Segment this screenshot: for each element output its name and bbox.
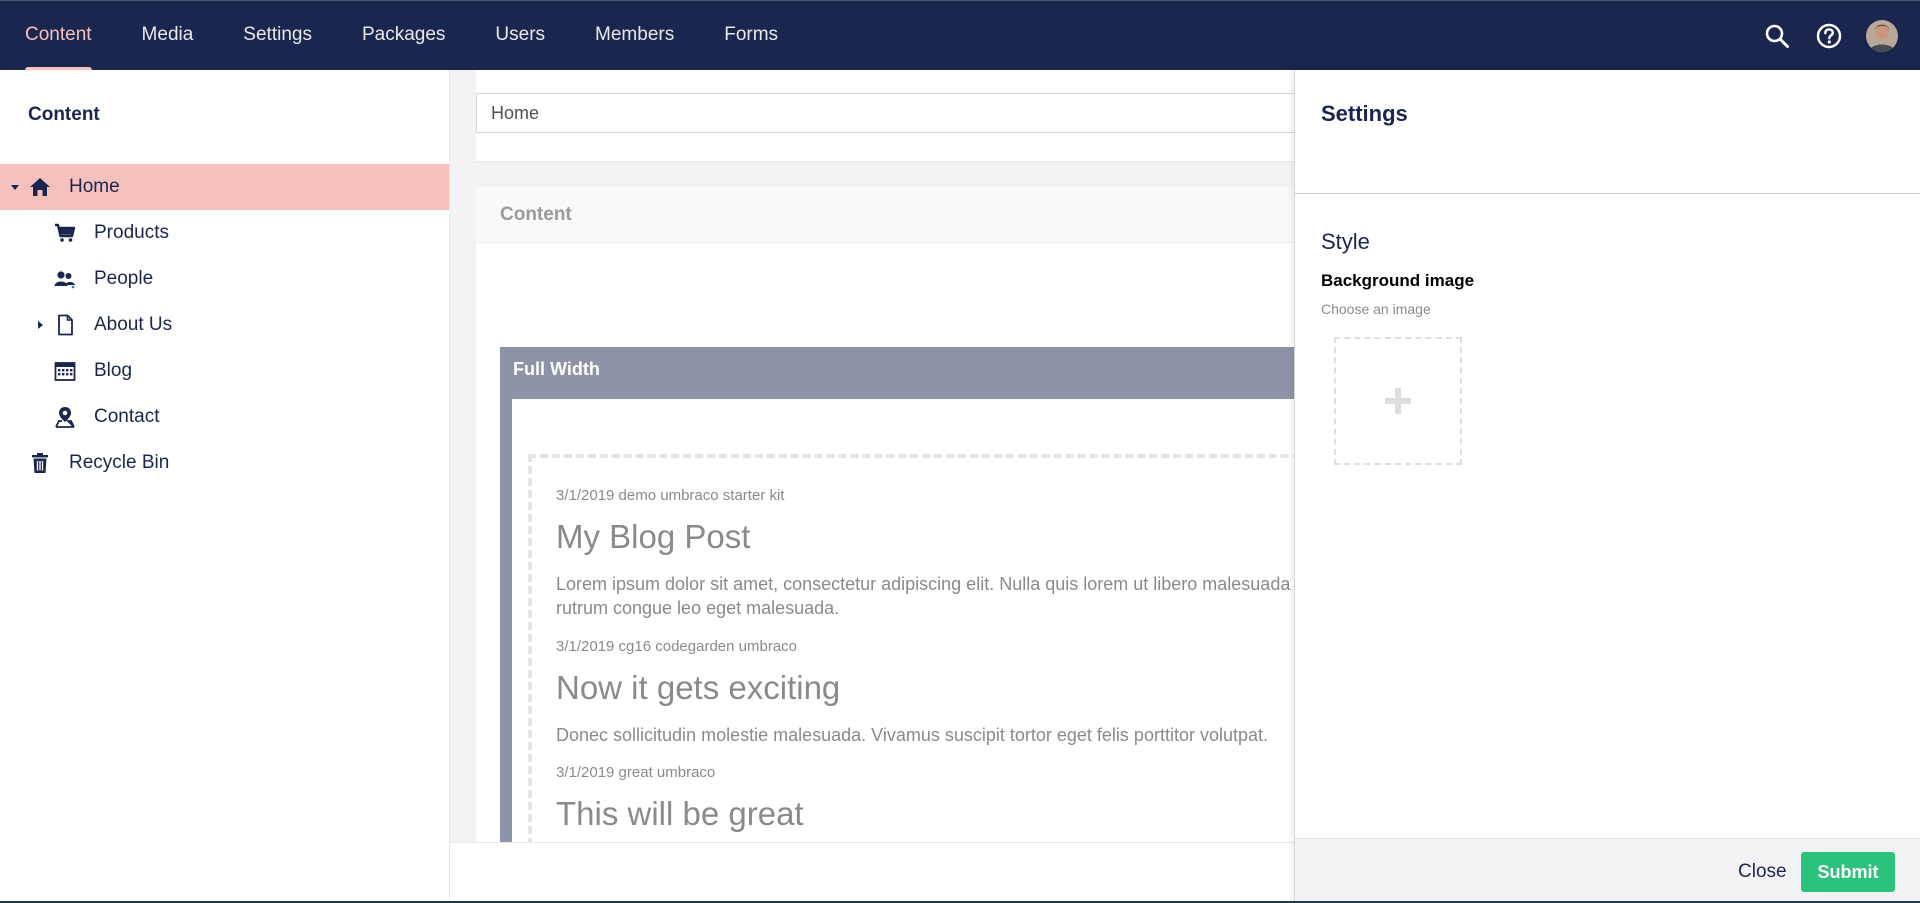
post-title: My Blog Post (556, 518, 751, 555)
tree-item-label: Products (94, 222, 169, 243)
document-icon (52, 312, 78, 338)
tree-item-about-us[interactable]: About Us (0, 302, 449, 348)
tree-title: Content (28, 104, 100, 125)
settings-overlay: Settings Style Background image Choose a… (1294, 70, 1920, 903)
submit-button[interactable]: Submit (1801, 852, 1895, 892)
people-icon (52, 266, 78, 292)
overlay-title: Settings (1321, 101, 1408, 126)
node-name-input[interactable]: Home (476, 93, 1295, 133)
post-excerpt: Lorem ipsum dolor sit amet, consectetur … (556, 574, 1291, 594)
post-meta: 3/1/2019 demo umbraco starter kit (556, 487, 785, 504)
section-tab-users[interactable]: Users (470, 1, 570, 71)
field-description: Choose an image (1321, 301, 1431, 317)
close-button[interactable]: Close (1738, 853, 1787, 891)
grid-row-title: Full Width (513, 359, 600, 379)
header-tools (1762, 1, 1898, 71)
tree-item-blog[interactable]: Blog (0, 348, 449, 394)
tree-item-contact[interactable]: Contact (0, 394, 449, 440)
tree-item-home[interactable]: Home (0, 164, 449, 210)
tree-item-label: About Us (94, 314, 173, 335)
post-excerpt-line-2: rutrum congue leo eget malesuada. (556, 598, 840, 618)
calendar-icon (52, 358, 78, 384)
search-icon[interactable] (1762, 21, 1792, 51)
grid-cell[interactable]: 3/1/2019 demo umbraco starter kit My Blo… (512, 399, 1295, 894)
editor-footer (450, 842, 1295, 903)
section-tabs: Content Media Settings Packages Users Me… (0, 1, 803, 71)
field-label: Background image (1321, 271, 1475, 290)
overlay-footer: Close Submit (1295, 838, 1920, 903)
post-meta: 3/1/2019 great umbraco (556, 764, 716, 781)
divider (1295, 193, 1920, 194)
tree-item-label: Home (69, 176, 120, 197)
tree-item-recycle-bin[interactable]: Recycle Bin (0, 440, 449, 486)
tree-item-label: Recycle Bin (69, 452, 170, 473)
post-excerpt: Donec sollicitudin molestie malesuada. V… (556, 725, 1269, 745)
content-editor: Home Content Full Width 3/1/2019 demo um… (450, 70, 1295, 903)
tree-item-people[interactable]: People (0, 256, 449, 302)
tree-item-label: People (94, 268, 154, 289)
section-tab-forms[interactable]: Forms (699, 1, 803, 71)
help-icon[interactable] (1814, 21, 1844, 51)
caret-right-icon[interactable] (34, 319, 46, 331)
post-title: Now it gets exciting (556, 669, 841, 706)
trash-icon (27, 450, 53, 476)
editor-header: Home (476, 70, 1295, 162)
content-tree: Content Home Products People About Us Bl… (0, 70, 450, 903)
section-tab-packages[interactable]: Packages (337, 1, 470, 71)
post-meta: 3/1/2019 cg16 codegarden umbraco (556, 638, 798, 655)
top-navigation-bar: Content Media Settings Packages Users Me… (0, 0, 1920, 71)
panel-title: Content (476, 187, 1295, 243)
image-picker-add-button[interactable] (1334, 337, 1462, 465)
section-tab-members[interactable]: Members (570, 1, 699, 71)
section-tab-settings[interactable]: Settings (218, 1, 337, 71)
cart-icon (52, 220, 78, 246)
plus-icon (1385, 388, 1411, 414)
grid-row-full-width[interactable]: Full Width 3/1/2019 demo umbraco starter… (500, 347, 1295, 894)
content-panel: Content Full Width 3/1/2019 demo umbraco… (476, 187, 1295, 894)
caret-down-icon[interactable] (9, 181, 21, 193)
section-tab-content[interactable]: Content (0, 1, 117, 71)
tree-item-label: Blog (94, 360, 133, 381)
section-heading: Style (1321, 229, 1370, 254)
tree-item-products[interactable]: Products (0, 210, 449, 256)
user-avatar[interactable] (1866, 20, 1898, 52)
map-pin-icon (52, 404, 78, 430)
post-title: This will be great (556, 795, 804, 832)
home-icon (27, 174, 53, 200)
tree-item-label: Contact (94, 406, 160, 427)
section-tab-media[interactable]: Media (117, 1, 219, 71)
